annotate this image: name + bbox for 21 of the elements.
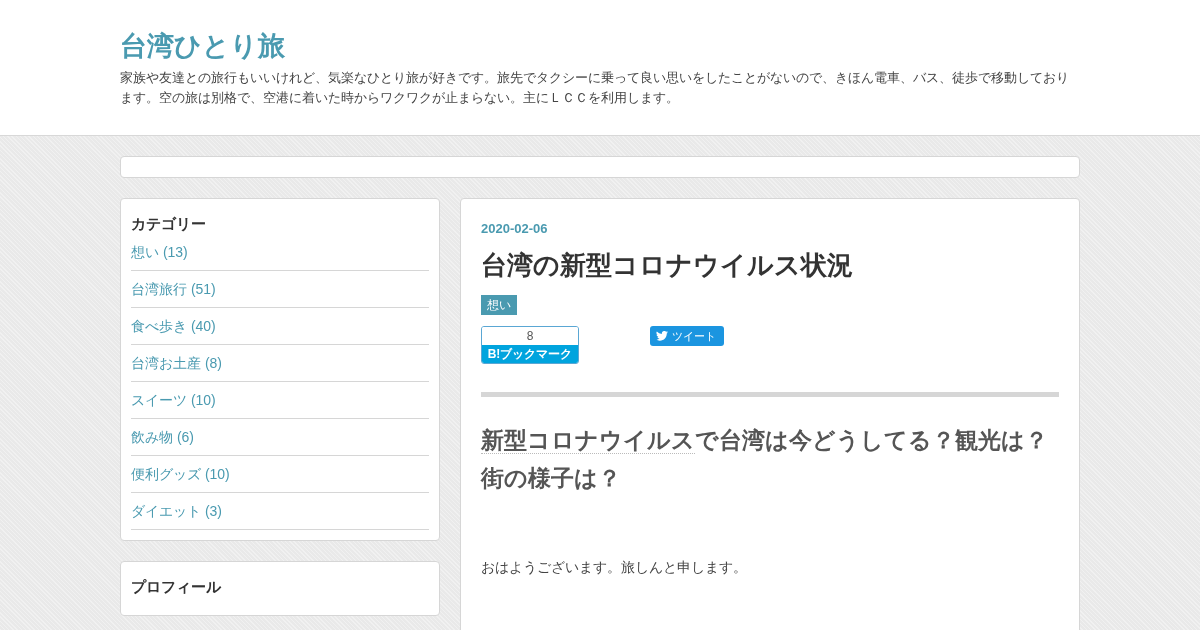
blog-description: 家族や友達との旅行もいいけれど、気楽なひとり旅が好きです。旅先でタクシーに乗って良い思いをしたことがないので、きほん電車、バス、徒歩で移動しております。空の旅は別格で、空港に着いた時からワクワクが止まらない。主にＬＣＣを利用します。 bbox=[120, 69, 1070, 107]
category-link[interactable]: 便利グッズ (10) bbox=[131, 456, 429, 493]
category-link[interactable]: 食べ歩き (40) bbox=[131, 308, 429, 345]
tweet-button[interactable]: ツイート bbox=[650, 326, 724, 346]
category-link[interactable]: 飲み物 (6) bbox=[131, 419, 429, 456]
bird-icon bbox=[656, 331, 668, 341]
category-link[interactable]: ダイエット (3) bbox=[131, 493, 429, 530]
bookmark-button[interactable]: 8 B!ブックマーク bbox=[481, 326, 579, 364]
article-title: 台湾の新型コロナウイルス状況 bbox=[481, 249, 853, 282]
category-tag[interactable]: 想い bbox=[481, 295, 517, 315]
panel-title: カテゴリー bbox=[131, 215, 206, 234]
article-text: おはようございます。旅しんと申します。 bbox=[481, 559, 747, 577]
blog-title[interactable]: 台湾ひとり旅 bbox=[120, 28, 285, 64]
category-link[interactable]: 台湾旅行 (51) bbox=[131, 271, 429, 308]
article-date: 2020-02-06 bbox=[481, 221, 548, 236]
section-heading: 新型コロナウイルスで台湾は今どうしてる？観光は？街の様子は？ bbox=[481, 426, 1049, 493]
keyword-link[interactable]: 新型コロナウイルス bbox=[481, 427, 695, 454]
panel-title: プロフィール bbox=[131, 578, 221, 597]
category-link[interactable]: 台湾お土産 (8) bbox=[131, 345, 429, 382]
category-link[interactable]: スイーツ (10) bbox=[131, 382, 429, 419]
category-link[interactable]: 想い (13) bbox=[131, 242, 429, 271]
